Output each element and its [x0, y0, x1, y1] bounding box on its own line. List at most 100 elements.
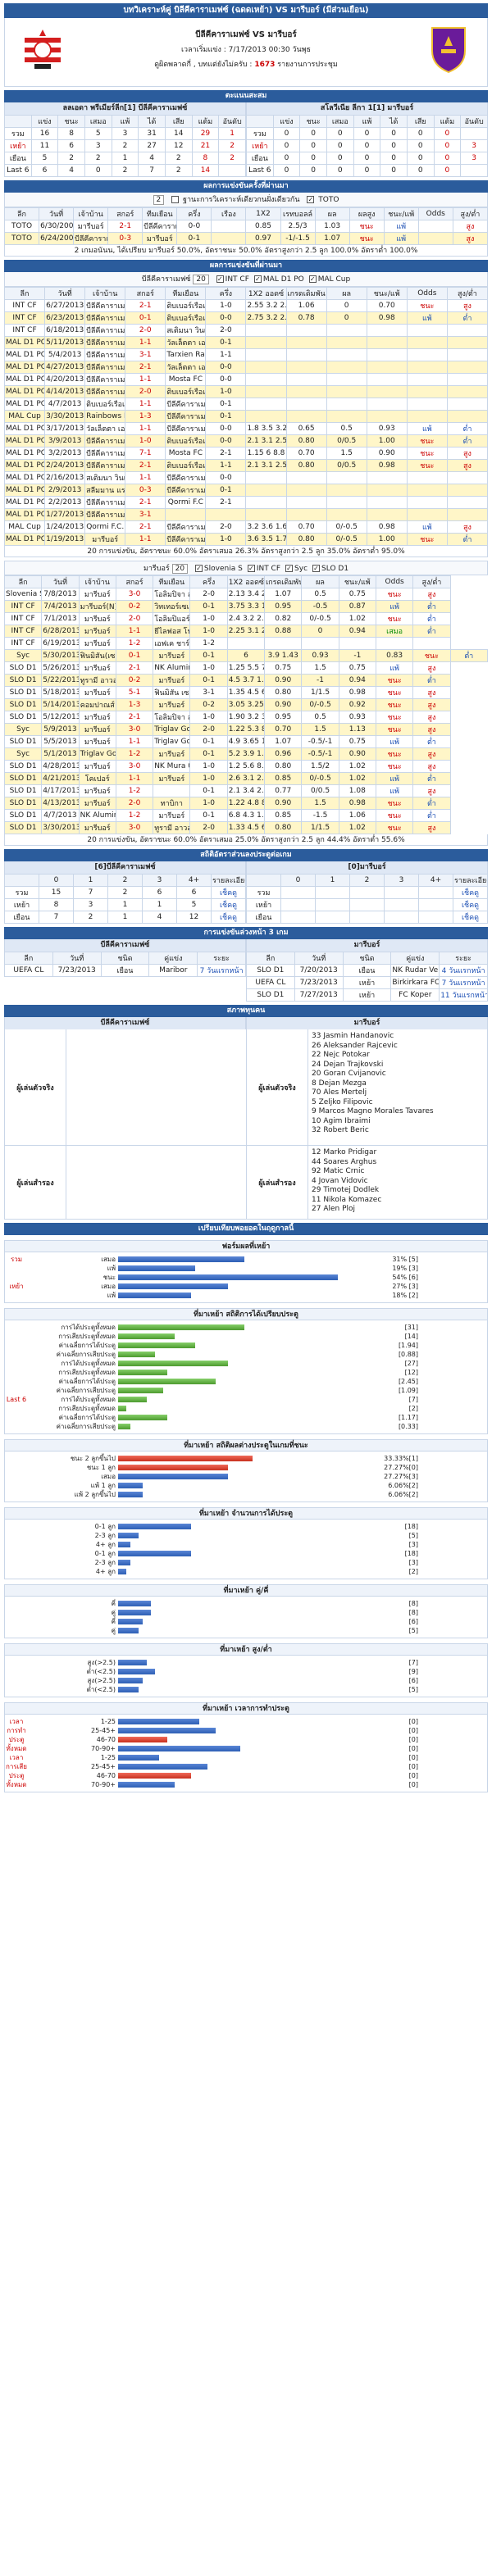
- match-cell[interactable]: บีลีคีคาราเมฟซ์: [84, 299, 126, 312]
- match-cell[interactable]: บีลีคีคาราเมฟซ์: [142, 220, 178, 233]
- match-cell[interactable]: มารีบอร์(N): [78, 600, 116, 613]
- match-cell[interactable]: NK Mura 05: [153, 760, 191, 773]
- match-cell[interactable]: วัลเล็ตตา เอฟซี: [165, 361, 207, 374]
- match-cell[interactable]: มารีบอร์: [78, 612, 116, 625]
- h2h-same-side-checkbox[interactable]: [171, 196, 180, 203]
- match-cell[interactable]: บีลีคีคาราเมฟซ์: [84, 324, 126, 337]
- match-cell[interactable]: โอลิมปิแอร์ มอส โก: [153, 612, 191, 625]
- player-name[interactable]: 11 Nikola Komazec: [312, 1196, 484, 1206]
- match-cell[interactable]: บีลีคีคาราเมฟซ์: [84, 385, 126, 398]
- match-cell[interactable]: วัลเล็ตตา เอฟซี: [84, 422, 126, 435]
- match-cell[interactable]: มารีบอร์: [78, 711, 116, 724]
- match-cell[interactable]: ยีไลฟอส โปรแวร์: [153, 625, 191, 638]
- match-cell[interactable]: เอฟเค ชาร์ลบร์ก: [153, 637, 191, 650]
- recent-away-filter-checkbox[interactable]: [247, 565, 255, 572]
- match-cell[interactable]: มารีบอร์: [73, 220, 109, 233]
- upcoming-cell[interactable]: 7 วันแรกหน้า: [197, 964, 246, 977]
- player-name[interactable]: 44 Soares Arghus: [312, 1158, 484, 1168]
- match-cell[interactable]: บีลีคีคาราเมฟซ์: [165, 398, 207, 411]
- recent-away-filter-checkbox[interactable]: [194, 565, 203, 572]
- match-cell[interactable]: ฟินมิสัน(เซมัน)(N): [78, 649, 116, 662]
- match-cell[interactable]: มารีบอร์: [142, 232, 178, 245]
- match-cell[interactable]: NK Aluminij: [153, 661, 191, 675]
- match-cell[interactable]: คอมปาณส์: [78, 698, 116, 711]
- forecast-count[interactable]: 1673: [254, 61, 275, 69]
- match-cell[interactable]: มารีบอร์: [153, 772, 191, 785]
- match-cell[interactable]: มารีบอร์: [78, 625, 116, 638]
- goals-stats-cell[interactable]: เช็คดู: [211, 911, 246, 924]
- match-cell[interactable]: มารีบอร์: [153, 649, 191, 662]
- match-cell[interactable]: Qormi F.C.: [84, 520, 126, 534]
- match-cell[interactable]: มารีบอร์: [78, 797, 116, 810]
- goals-stats-cell[interactable]: เช็คดู: [453, 886, 488, 899]
- match-cell[interactable]: บีลีคีคาราเมฟซ์: [84, 459, 126, 472]
- match-cell[interactable]: ทูรามี อาวอเรน: [78, 674, 116, 687]
- recent-away-filter-checkbox[interactable]: [285, 565, 294, 572]
- match-cell[interactable]: มารีบอร์: [153, 809, 191, 822]
- match-cell[interactable]: บีลีคีคาราเมฟซ์: [165, 520, 207, 534]
- match-cell[interactable]: มารีบอร์: [78, 784, 116, 797]
- player-name[interactable]: 4 Jovan Vidovic: [312, 1177, 484, 1187]
- player-name[interactable]: 10 Agim Ibraimi: [312, 1117, 484, 1127]
- match-cell[interactable]: Mosta FC: [165, 447, 207, 460]
- match-cell[interactable]: มารีบอร์: [153, 674, 191, 687]
- match-cell[interactable]: Qormi F.C: [165, 496, 207, 509]
- goals-stats-cell[interactable]: เช็คดู: [211, 886, 246, 899]
- match-cell[interactable]: บีลีคีคาราเมฟซ์: [84, 348, 126, 361]
- match-cell[interactable]: ติบเบอร์เรือเมนซ์: [165, 385, 207, 398]
- recent-away-filter-checkbox[interactable]: [312, 565, 321, 572]
- match-cell[interactable]: โอลิมปิจา ลูบบา ฟลันา: [153, 711, 191, 724]
- goals-stats-cell[interactable]: เช็คดู: [453, 898, 488, 911]
- h2h-count-select[interactable]: 2: [153, 194, 165, 205]
- match-cell[interactable]: มารีบอร์: [153, 698, 191, 711]
- match-cell[interactable]: ติบเบอร์เรือเมนซ์: [165, 299, 207, 312]
- match-cell[interactable]: มารีบอร์: [153, 747, 191, 761]
- upcoming-cell[interactable]: 7 วันแรกหน้า: [439, 976, 488, 989]
- match-cell[interactable]: [153, 784, 191, 797]
- player-name[interactable]: 92 Matic Crnic: [312, 1167, 484, 1177]
- player-name[interactable]: 20 Goran Cvijanovic: [312, 1070, 484, 1079]
- recent-home-filter-checkbox[interactable]: [216, 275, 224, 283]
- player-name[interactable]: 29 Timotej Dodlek: [312, 1186, 484, 1196]
- match-cell[interactable]: สลีมมาน แรนด์ลูน: [84, 484, 126, 497]
- match-cell[interactable]: ติบเบอร์เรือเมนซ์: [165, 311, 207, 325]
- player-name[interactable]: 32 Robert Beric: [312, 1126, 484, 1136]
- match-cell[interactable]: บีลีคีคาราเมฟซ์: [84, 336, 126, 349]
- match-cell[interactable]: บีลีคีคาราเมฟซ์: [84, 311, 126, 325]
- upcoming-cell[interactable]: 4 วันแรกหน้า: [439, 964, 488, 977]
- match-cell[interactable]: มารีบอร์: [78, 588, 116, 601]
- recent-home-count-select[interactable]: 20: [193, 274, 209, 284]
- match-cell[interactable]: ทูรามี อาวอเรน: [153, 821, 191, 834]
- match-cell[interactable]: มารีบอร์: [78, 661, 116, 675]
- player-name[interactable]: 12 Marko Pridigar: [312, 1148, 484, 1158]
- match-cell[interactable]: บีลีคีคาราเมฟซ์: [84, 496, 126, 509]
- match-cell[interactable]: โอลิมปิจา ลูบบา ฟลันา: [153, 588, 191, 601]
- match-cell[interactable]: บีลีคีคาราเมฟซ์: [84, 361, 126, 374]
- match-cell[interactable]: บีลีคีคาราเมฟซ์: [165, 533, 207, 546]
- match-cell[interactable]: มารีบอร์: [78, 760, 116, 773]
- match-cell[interactable]: [165, 508, 207, 521]
- match-cell[interactable]: Rainbows F.C: [84, 410, 126, 423]
- match-cell[interactable]: บีลีคีคาราเมฟซ์: [165, 471, 207, 484]
- home-team-name[interactable]: บีลีคีคาราเมฟซ์: [195, 30, 249, 39]
- match-cell[interactable]: มารีบอร์: [78, 637, 116, 650]
- player-name[interactable]: 5 Zeljko Filipovic: [312, 1098, 484, 1108]
- match-cell[interactable]: Mosta FC: [165, 373, 207, 386]
- match-cell[interactable]: วัลเล็ตตา เอฟซี: [165, 336, 207, 349]
- match-cell[interactable]: ทาบิกา: [153, 797, 191, 810]
- away-team-name[interactable]: มารีบอร์: [267, 30, 296, 39]
- match-cell[interactable]: มารีบอร์: [78, 686, 116, 699]
- match-cell[interactable]: มารีบอร์: [78, 735, 116, 748]
- match-cell[interactable]: บีลีคีคาราเมฟซ์: [84, 373, 126, 386]
- match-cell[interactable]: Triglav Gorenjska: [78, 747, 116, 761]
- match-cell[interactable]: ติบเบอร์เรือเมนซ์: [165, 459, 207, 472]
- player-name[interactable]: 8 Dejan Mezga: [312, 1079, 484, 1089]
- match-cell[interactable]: Triglav Gorenjska: [153, 723, 191, 736]
- match-cell[interactable]: วิทเทอร์เซเลนเซีย: [153, 600, 191, 613]
- match-cell[interactable]: บีลีคีคาราเมฟซ์: [73, 232, 109, 245]
- match-cell[interactable]: ติบเบอร์เรือเมนซ์: [165, 434, 207, 448]
- match-cell[interactable]: บีลีคีคาราเมฟซ์: [84, 434, 126, 448]
- player-name[interactable]: 9 Marcos Magno Morales Tavares: [312, 1107, 484, 1117]
- player-name[interactable]: 22 Nejc Potokar: [312, 1051, 484, 1061]
- match-cell[interactable]: มารีบอร์: [84, 533, 126, 546]
